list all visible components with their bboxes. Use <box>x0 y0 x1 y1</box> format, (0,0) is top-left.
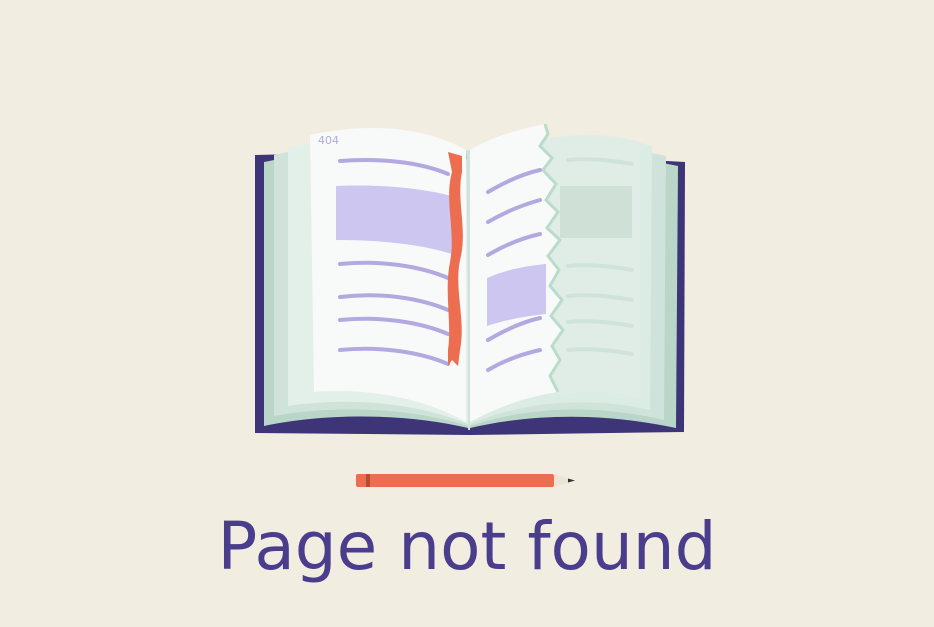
page-number: 404 <box>318 134 339 147</box>
pencil-lead <box>568 478 575 483</box>
pencil-band <box>366 474 370 487</box>
open-book-icon: 404 <box>255 123 685 435</box>
page-title: Page not found <box>217 508 717 585</box>
remainder-highlight <box>560 186 632 238</box>
pencil-icon <box>356 474 575 487</box>
pencil-body <box>356 474 554 487</box>
